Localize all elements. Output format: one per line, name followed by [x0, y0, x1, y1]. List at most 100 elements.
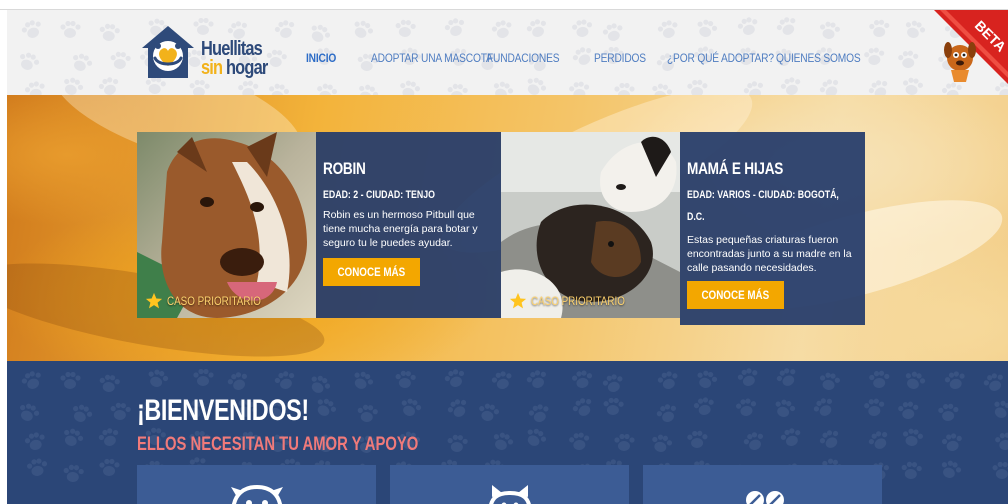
paw-icon	[521, 424, 550, 452]
paw-icon	[865, 76, 894, 95]
paw-icon	[271, 17, 298, 43]
nav-item-por-que-adoptar[interactable]: ¿POR QUÉ ADOPTAR?	[667, 51, 774, 65]
paw-icon	[192, 368, 214, 388]
pet-info-panel-robin: ROBIN EDAD: 2 - CIUDAD: TENJO Robin es u…	[316, 132, 501, 318]
logo-text-hogar: hogar	[225, 57, 268, 79]
paw-icon	[816, 425, 845, 453]
paw-icon	[692, 368, 719, 393]
priority-badge-robin: CASO PRIORITARIO	[145, 292, 281, 310]
paw-icon	[567, 431, 591, 454]
paw-icon	[14, 400, 42, 427]
paw-icon	[740, 78, 768, 95]
paw-icon	[939, 431, 965, 455]
pet-name: ROBIN	[323, 159, 366, 178]
button-label: CONOCE MÁS	[701, 288, 770, 302]
paw-icon	[96, 74, 123, 95]
paw-icon	[14, 49, 42, 76]
paw-icon	[936, 457, 964, 483]
pet-photo-mama-e-hijas[interactable]: CASO PRIORITARIO	[501, 132, 680, 318]
paw-icon	[445, 434, 468, 455]
paw-icon	[348, 367, 377, 395]
nav-item-fundaciones[interactable]: FUNDACIONES	[487, 51, 560, 65]
paw-icon	[523, 366, 551, 393]
paw-icon	[265, 81, 290, 95]
paw-icon	[18, 368, 46, 395]
paw-icon	[445, 83, 468, 95]
priority-badge-mama-e-hijas: CASO PRIORITARIO	[509, 292, 645, 310]
logo-text-line1: Huellitas	[201, 38, 263, 60]
paw-icon	[777, 425, 804, 451]
nav-item-inicio[interactable]: INICIO	[306, 51, 336, 65]
paw-icon	[692, 17, 719, 42]
pet-photo-robin[interactable]: CASO PRIORITARIO	[137, 132, 316, 318]
paw-icon	[810, 394, 839, 422]
priority-label: CASO PRIORITARIO	[531, 294, 625, 308]
paw-icon	[97, 22, 121, 44]
site-logo[interactable]: Huellitas sin hogar	[138, 22, 268, 82]
page-left-margin	[0, 10, 7, 504]
paw-icon	[68, 401, 96, 428]
pet-description: Robin es un hermoso Pitbull que tiene mu…	[323, 209, 478, 249]
paw-icon	[816, 371, 841, 394]
pet-card-mama-e-hijas[interactable]: CASO PRIORITARIO MAMÁ E HIJAS EDAD: VARI…	[501, 132, 865, 325]
paw-icon	[648, 432, 674, 456]
paw-icon	[58, 73, 86, 95]
paw-icon	[816, 20, 841, 43]
paw-icon	[988, 396, 1008, 424]
paw-icon	[355, 403, 379, 425]
paw-icon	[311, 394, 340, 422]
nav-item-adoptar[interactable]: ADOPTAR UNA MASCOTA	[371, 51, 493, 65]
paw-icon	[98, 458, 120, 478]
paw-icon	[613, 82, 635, 95]
paw-icon	[868, 18, 891, 39]
feature-tile-3[interactable]	[643, 465, 882, 504]
paw-icon	[59, 20, 81, 40]
welcome-section: ¡BIENVENIDOS! ELLOS NECESITAN TU AMOR Y …	[7, 361, 1008, 504]
feature-tile-1[interactable]	[137, 465, 376, 504]
paw-icon	[97, 373, 121, 395]
paw-icon	[488, 78, 516, 95]
paw-icon	[441, 15, 469, 41]
paw-icon	[991, 461, 1008, 482]
paw-icon	[600, 372, 627, 397]
paw-icon	[488, 368, 515, 393]
paw-icon	[523, 15, 551, 42]
paw-icon	[143, 366, 170, 392]
nav-item-quienes-somos[interactable]: QUIENES SOMOS	[776, 51, 861, 65]
paw-icon	[900, 76, 925, 95]
paw-icon	[108, 402, 131, 423]
conoce-mas-button-mama-e-hijas[interactable]: CONOCE MÁS	[687, 281, 784, 309]
paw-icon	[58, 424, 86, 451]
paw-icon	[68, 50, 96, 77]
welcome-title: ¡BIENVENIDOS!	[137, 394, 309, 427]
paw-icon	[655, 368, 682, 393]
paw-icon	[740, 429, 768, 456]
paw-icon	[900, 427, 925, 450]
paw-icon	[96, 425, 123, 451]
paw-icon	[865, 427, 894, 455]
paw-icon	[980, 370, 1008, 397]
paw-icon	[655, 17, 682, 42]
cat-face-icon	[489, 485, 531, 504]
paw-icon	[685, 79, 708, 95]
nav-item-perdidos[interactable]: PERDIDOS	[594, 51, 646, 65]
paw-icon	[567, 80, 591, 95]
feature-tile-2[interactable]	[390, 465, 629, 504]
paw-icon	[773, 13, 802, 41]
paw-icon	[396, 78, 422, 95]
paw-icon	[313, 81, 338, 95]
star-icon	[509, 292, 527, 309]
pet-card-robin[interactable]: CASO PRIORITARIO ROBIN EDAD: 2 - CIUDAD:…	[137, 132, 501, 318]
paw-icon	[570, 368, 595, 391]
pet-description: Estas pequeñas criaturas fueron encontra…	[687, 234, 852, 274]
paw-icon	[900, 16, 928, 42]
browser-top-edge	[0, 0, 1008, 10]
star-icon	[145, 292, 163, 309]
site-header: Huellitas sin hogar INICIO ADOPTAR UNA M…	[7, 10, 1008, 95]
paw-icon	[900, 367, 928, 393]
paw-icon	[476, 401, 502, 425]
paw-icon	[271, 368, 298, 394]
conoce-mas-button-robin[interactable]: CONOCE MÁS	[323, 258, 420, 286]
welcome-subtitle: ELLOS NECESITAN TU AMOR Y APOYO	[137, 434, 419, 455]
paw-icon	[444, 395, 473, 423]
